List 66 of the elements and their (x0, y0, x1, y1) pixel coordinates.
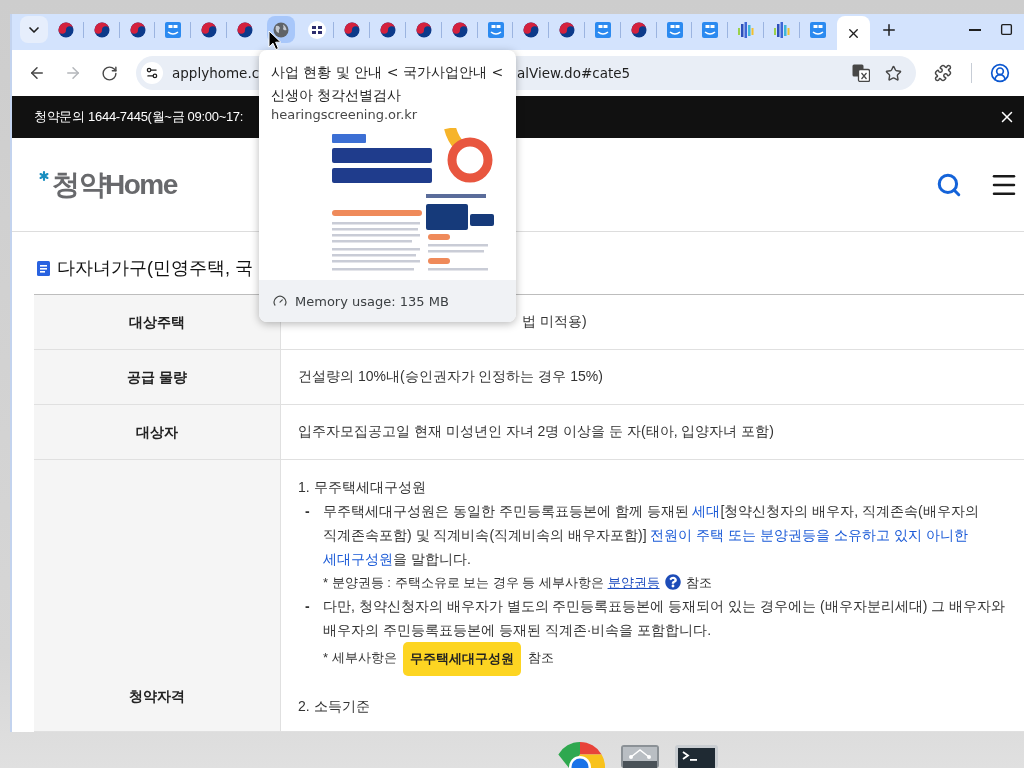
app-tile-icon (594, 21, 611, 38)
minimize-icon (969, 28, 981, 31)
app-tile-icon (666, 21, 683, 38)
maximize-icon (999, 23, 1013, 36)
globe-icon (272, 21, 289, 38)
reload-icon (100, 64, 118, 82)
emblem-icon (201, 21, 218, 38)
emblem-icon (93, 21, 110, 38)
tab-search-button[interactable] (20, 16, 48, 43)
list-heading: 2. 소득기준 (298, 697, 370, 716)
bar-chart-icon (773, 21, 790, 38)
bullet-text: 무주택세대구성원은 동일한 주민등록표등본에 함께 등재된 세대[청약신청자의 배우자, 직계존속(배우자의 직계존속포함) 및 직계비속(직계비속의 배우자포함)] 전원이 주택 또는 분양권등을 소유하고 있지 아니한 세대구성원을 말합니다. (323, 502, 980, 569)
sliders-icon (145, 66, 159, 80)
emblem-icon (523, 21, 540, 38)
tricolor-circle-icon (555, 742, 605, 768)
list-dash: - (305, 597, 311, 616)
page-domain: hearingscreening.or.kr (270, 107, 419, 123)
back-icon (28, 64, 46, 82)
emblem-icon (630, 21, 647, 38)
translate-icon (852, 64, 870, 82)
detail-button[interactable]: 무주택세대구성원 (403, 642, 522, 676)
search-icon (936, 171, 962, 198)
list-heading: 1. 무주택세대구성원 (298, 478, 426, 497)
table-cell: 법 미적용) (522, 313, 587, 331)
document-icon (37, 260, 50, 276)
gauge-icon (273, 294, 287, 308)
note-text: * 세부사항은 무주택세대구성원 참조 (298, 642, 554, 676)
table-header-cell: 공급 물량 (34, 350, 281, 404)
emblem-icon (451, 21, 468, 38)
app-tile-icon (487, 21, 504, 38)
table-header-cell: 청약자격 (34, 460, 281, 731)
table-header-cell: 대상주택 (34, 295, 281, 349)
emblem-icon (129, 21, 146, 38)
notice-text: 청약문의 1644-7445(월~금 09:00~17: (34, 108, 244, 126)
forward-icon (64, 64, 82, 82)
bar-chart-icon (738, 21, 755, 38)
round-logo-icon (307, 20, 326, 39)
app-tile-icon (165, 21, 182, 38)
term-link[interactable]: 세대 (692, 503, 721, 519)
emblem-icon (237, 21, 253, 38)
profile-icon (990, 63, 1010, 83)
terminal-icon (675, 745, 718, 768)
site-logo[interactable]: 청약Home (36, 167, 177, 202)
app-tile-icon (809, 21, 826, 38)
table-cell: 입주자모집공고일 현재 미성년인 자녀 2명 이상을 둔 자(태아, 입양자녀 포함) (298, 423, 774, 441)
table-cell: 건설량의 10%내(승인권자가 인정하는 경우 15%) (298, 368, 603, 386)
list-dash: - (305, 502, 311, 521)
star-icon (884, 64, 902, 82)
emblem-icon (344, 21, 361, 38)
site-info-button[interactable] (141, 62, 163, 84)
memory-usage-text: Memory usage: 135 MB (295, 293, 449, 309)
table-header-cell: 대상자 (34, 405, 281, 459)
puzzle-icon (934, 64, 952, 82)
url-text: applyhome.c (172, 64, 260, 82)
emblem-icon (380, 21, 397, 38)
url-text: alView.do#cate5 (517, 64, 631, 82)
app-tile-icon (702, 21, 719, 38)
bullet-text: 다만, 청약신청자의 배우자가 별도의 주민등록표등본에 등재되어 있는 경우에는 (배우자분리세대) 그 배우자와 배우자의 주민등록표등본에 등재된 직계존·비속을 포함합니다. (323, 597, 1007, 640)
emblem-icon (559, 21, 576, 38)
emblem-icon (58, 21, 74, 38)
section-title: 다자녀가구(민영주택, 국 (57, 257, 253, 280)
note-text: * 분양권등 : 주택소유로 보는 경우 등 세부사항은 분양권등 참조 (322, 573, 713, 592)
help-icon[interactable] (664, 574, 681, 590)
window-app-icon (621, 745, 659, 768)
reference-link[interactable]: 분양권등 (607, 575, 660, 590)
emblem-icon (415, 21, 432, 38)
